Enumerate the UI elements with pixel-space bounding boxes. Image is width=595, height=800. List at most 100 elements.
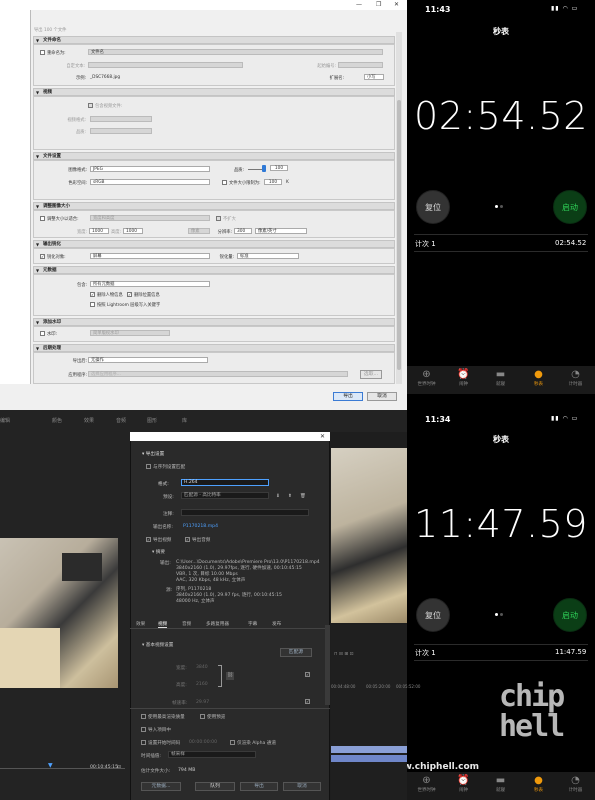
section-metadata[interactable]: 元数据 [33,266,395,274]
video-format-select[interactable] [90,116,152,122]
sharpen-amount-select[interactable]: 标准 [237,253,299,259]
tab-audio[interactable]: 音频 [182,621,191,627]
sharpen-for-select[interactable]: 屏幕 [90,253,210,259]
limit-size-field[interactable]: 100 [264,179,282,185]
section-output-sharpening[interactable]: 输出锐化 [33,240,395,248]
render-alpha-checkbox[interactable] [230,740,235,745]
tab-timer[interactable]: ◔ 计时器 [557,369,594,387]
watermark-select[interactable]: 简单版权水印 [90,330,170,336]
match-fps-checkbox[interactable]: ✓ [305,699,310,704]
keyword-hierarchy-checkbox[interactable] [90,302,95,307]
metadata-include-select[interactable]: 所有元数据 [90,281,210,287]
include-video-checkbox[interactable] [88,103,93,108]
section-file-settings[interactable]: 文件设置 [33,152,395,160]
quality-slider-handle[interactable] [262,165,266,172]
section-video[interactable]: 视频 [33,88,395,96]
tab-world-clock[interactable]: ⊕ 世界时钟 [408,775,445,793]
quality-field[interactable]: 100 [270,165,288,171]
start-button[interactable]: 启动 [553,598,587,632]
menu-item[interactable]: 音频 [116,417,126,424]
start-number-field[interactable] [338,62,383,68]
tab-captions[interactable]: 字幕 [248,621,257,627]
tab-world-clock[interactable]: ⊕ 世界时钟 [408,369,445,387]
match-size-checkbox[interactable]: ✓ [305,672,310,677]
application-field[interactable]: 选择应用程序... [88,371,348,377]
export-button[interactable]: 导出 [333,392,363,401]
tab-bedtime[interactable]: ▬ 就寝 [482,369,519,387]
after-export-select[interactable]: 无操作 [88,357,208,363]
resize-checkbox[interactable] [40,216,45,221]
match-source-button[interactable]: 匹配源 [280,648,312,657]
section-post-processing[interactable]: 后期处理 [33,344,395,352]
menu-item[interactable]: 库 [182,417,187,424]
resolution-field[interactable]: 300 [234,228,252,234]
use-preview-checkbox[interactable] [200,714,205,719]
interpolation-select[interactable]: 帧采样 [168,751,256,758]
export-button[interactable]: 导出 [240,782,278,791]
save-preset-icon[interactable]: ⬇ [276,494,280,499]
resize-mode-select[interactable]: 宽度和高度 [90,215,210,221]
menu-item[interactable]: 效果 [84,417,94,424]
video-quality-select[interactable] [90,128,152,134]
section-watermark[interactable]: 添加水印 [33,318,395,326]
chain-link-icon[interactable]: ⛓ [226,672,234,680]
remove-location-checkbox[interactable]: ✓ [127,292,132,297]
no-enlarge-checkbox[interactable] [216,216,221,221]
delete-preset-icon[interactable]: 🗑 [300,494,306,499]
resolution-unit-select[interactable]: 像素/英寸 [255,228,307,234]
fit-icon[interactable]: ⊡ [117,765,121,770]
preset-select[interactable]: 匹配源 - 高比特率 [181,492,269,499]
queue-button[interactable]: 队列 [195,782,235,791]
maximize-icon[interactable]: ❐ [376,1,381,8]
output-name-link[interactable]: P1170218.mp4 [183,524,218,529]
custom-text-field[interactable] [88,62,243,68]
export-audio-checkbox[interactable]: ✓ [185,537,190,542]
rename-checkbox[interactable] [40,50,45,55]
cancel-button[interactable]: 取消 [283,782,321,791]
export-video-checkbox[interactable]: ✓ [146,537,151,542]
tab-multiplexer[interactable]: 多路复用器 [206,621,229,627]
tab-stopwatch[interactable]: ● 秒表 [520,369,557,387]
section-file-naming[interactable]: 文件命名 [33,36,395,44]
extension-select[interactable]: 小写 [364,74,384,80]
close-icon[interactable]: ✕ [320,433,325,440]
comment-field[interactable] [181,509,309,516]
tab-timer[interactable]: ◔ 计时器 [557,775,594,793]
import-project-checkbox[interactable] [141,727,146,732]
settings-scrollbar[interactable] [325,625,330,705]
match-sequence-checkbox[interactable] [146,464,151,469]
menu-item[interactable]: 编辑 [0,417,10,424]
size-unit-select[interactable]: 像素 [188,228,210,234]
playhead-icon[interactable]: ▼ [48,762,54,769]
sharpen-checkbox[interactable]: ✓ [40,254,45,259]
limit-size-checkbox[interactable] [222,180,227,185]
color-space-select[interactable]: sRGB [90,179,210,185]
metadata-button[interactable]: 元数据... [141,782,181,791]
scrollbar-thumb[interactable] [397,100,401,370]
minimize-icon[interactable]: — [356,1,362,8]
export-settings-title[interactable]: ▾ 导出设置 [142,451,164,457]
import-preset-icon[interactable]: ⬆ [288,494,292,499]
remove-person-checkbox[interactable]: ✓ [90,292,95,297]
start-button[interactable]: 启动 [553,190,587,224]
video-clip-track[interactable] [331,746,407,753]
tab-stopwatch[interactable]: ● 秒表 [520,775,557,793]
reset-button[interactable]: 复位 [416,598,450,632]
tab-effects[interactable]: 效果 [136,621,145,627]
tab-bedtime[interactable]: ▬ 就寝 [482,775,519,793]
cancel-button[interactable]: 取消 [367,392,397,401]
close-icon[interactable]: ✕ [394,1,399,8]
summary-title[interactable]: ▾ 摘要 [152,549,165,555]
menu-item[interactable]: 颜色 [52,417,62,424]
choose-app-button[interactable]: 选取... [360,370,382,379]
section-image-sizing[interactable]: 调整图像大小 [33,202,395,210]
reset-button[interactable]: 复位 [416,190,450,224]
tab-video[interactable]: 视频 [158,621,168,628]
basic-video-header[interactable]: ▾ 基本视频设置 [142,642,173,648]
timeline-tools[interactable]: ⊓ ⊟ ⊞ ⊡ [334,652,354,657]
set-start-tc-checkbox[interactable] [141,740,146,745]
tab-alarm[interactable]: ⏰ 闹钟 [445,369,482,387]
format-select[interactable]: H.264 [181,479,269,486]
tab-alarm[interactable]: ⏰ 闹钟 [445,775,482,793]
audio-clip-track[interactable] [331,755,407,762]
